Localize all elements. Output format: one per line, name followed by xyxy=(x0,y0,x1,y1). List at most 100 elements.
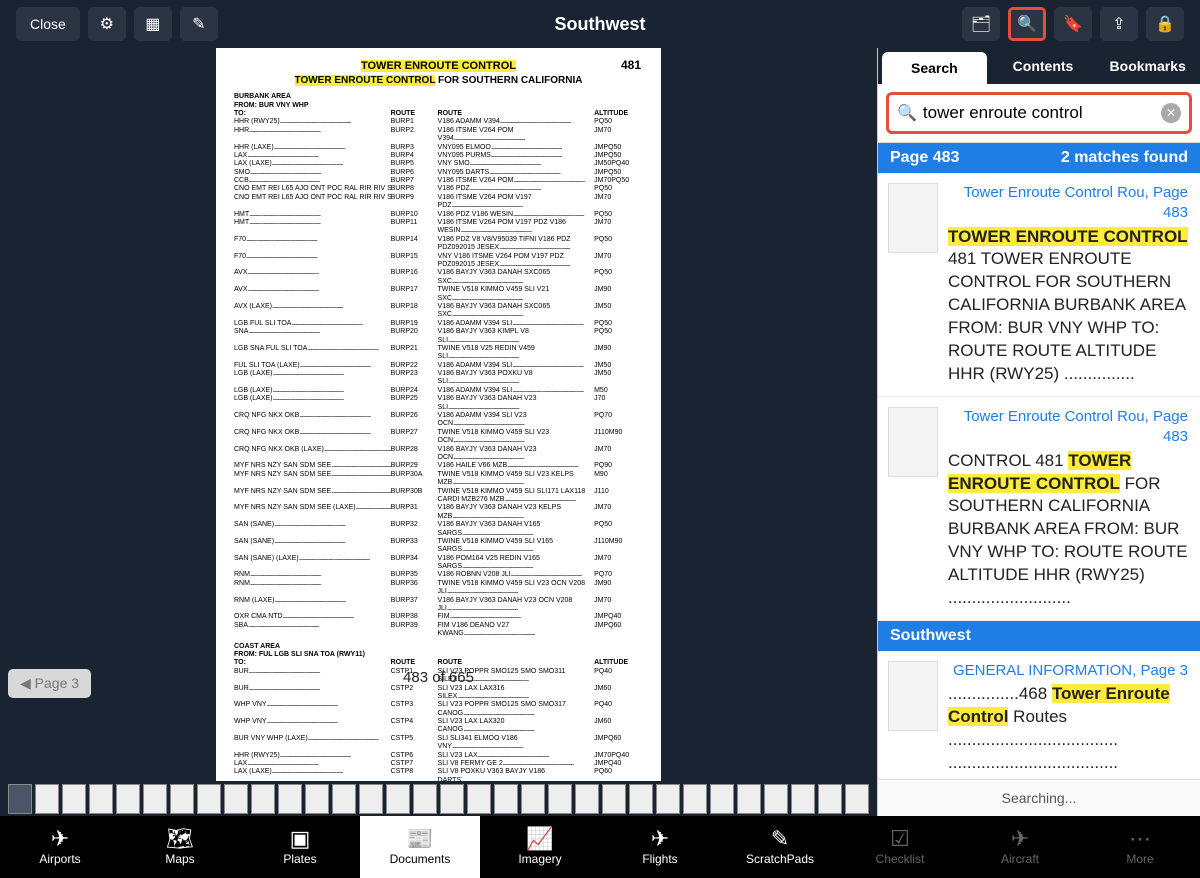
gear-icon: ⚙ xyxy=(100,14,114,34)
page-thumbnail[interactable] xyxy=(116,784,140,814)
clear-search-button[interactable]: ✕ xyxy=(1161,103,1181,123)
doc-row: CRQ NFG NKX OKBBURP27TWINE V518 KIMMO V4… xyxy=(234,429,643,446)
tab-search[interactable]: Search xyxy=(882,52,987,84)
page-thumbnail[interactable] xyxy=(710,784,734,814)
page-thumbnail[interactable] xyxy=(656,784,680,814)
page-thumbnail[interactable] xyxy=(224,784,248,814)
page-thumbnail[interactable] xyxy=(629,784,653,814)
doc-row: SBABURP39FIM V186 DEANO V27 KWANGJMPQ60 xyxy=(234,622,643,639)
page-thumbnail[interactable] xyxy=(845,784,869,814)
lock-icon: 🔒 xyxy=(1155,14,1175,34)
nav-checklist[interactable]: ☑Checklist xyxy=(840,816,960,878)
page-thumbnail[interactable] xyxy=(791,784,815,814)
tab-contents[interactable]: Contents xyxy=(991,48,1096,84)
page-thumbnail[interactable] xyxy=(602,784,626,814)
search-icon: 🔍 xyxy=(897,103,917,123)
doc-title-highlight: TOWER ENROUTE CONTROL xyxy=(361,60,516,72)
doc-row: WHP VNYCSTP3SLI V23 POPPR SMO125 SMO SMO… xyxy=(234,701,643,718)
document-title: Southwest xyxy=(554,14,645,35)
doc-row: LGB SNA FUL SLI TOABURP21TWINE V518 V25 … xyxy=(234,345,643,362)
doc-row: RNMBURP36TWINE V518 KIMMO V459 SLI V23 O… xyxy=(234,580,643,597)
lock-button[interactable]: 🔒 xyxy=(1146,7,1184,41)
page-thumbnail[interactable] xyxy=(143,784,167,814)
page-thumbnail[interactable] xyxy=(278,784,302,814)
page-thumbnail[interactable] xyxy=(521,784,545,814)
folder-button[interactable]: 🗂 xyxy=(962,7,1000,41)
nav-flights[interactable]: ✈Flights xyxy=(600,816,720,878)
close-button[interactable]: Close xyxy=(16,7,80,41)
page-thumbnail[interactable] xyxy=(440,784,464,814)
tab-bookmarks[interactable]: Bookmarks xyxy=(1095,48,1200,84)
page-thumbnail[interactable] xyxy=(89,784,113,814)
result-link[interactable]: Tower Enroute Control Rou, Page 483 xyxy=(948,407,1188,448)
searching-indicator: Searching... xyxy=(878,779,1200,816)
nav-aircraft[interactable]: ✈Aircraft xyxy=(960,816,1080,878)
page-thumbnail[interactable] xyxy=(197,784,221,814)
share-button[interactable]: ⇪ xyxy=(1100,7,1138,41)
doc-row: LAX (LAXE)CSTP8SLI V8 POXKU V363 BAYJY V… xyxy=(234,768,643,781)
page-thumbnail[interactable] xyxy=(494,784,518,814)
bookmark-icon: 🔖 xyxy=(1063,14,1083,34)
search-panel: Search Contents Bookmarks 🔍 ✕ Page 483 2… xyxy=(877,48,1200,816)
search-result-item[interactable]: Tower Enroute Control Rou, Page 483 CONT… xyxy=(878,397,1200,621)
nav-airports[interactable]: ✈Airports xyxy=(0,816,120,878)
page-thumbnail[interactable] xyxy=(818,784,842,814)
page-thumbnail[interactable] xyxy=(575,784,599,814)
doc-row: LGB (LAXE)BURP23V186 BAYJY V363 POXKU V8… xyxy=(234,370,643,387)
search-result-item[interactable]: GENERAL INFORMATION, Page 3 ............… xyxy=(878,651,1200,779)
page-thumbnail[interactable] xyxy=(170,784,194,814)
top-toolbar: Close ⚙ ▦ ✎ Southwest 🗂 🔍 🔖 ⇪ 🔒 xyxy=(0,0,1200,48)
doc-row: MYF NRS NZY SAN SDM SEEBURP30ATWINE V518… xyxy=(234,471,643,488)
page-thumbnail[interactable] xyxy=(467,784,491,814)
page-thumbnail[interactable] xyxy=(737,784,761,814)
doc-row: CNO EMT REI L65 AJO ONT POC RAL RIR RIV … xyxy=(234,194,643,211)
doc-row: HMTBURP11V186 ITSME V264 POM V197 PDZ V1… xyxy=(234,219,643,236)
page-thumbnail[interactable] xyxy=(359,784,383,814)
page-thumbnail[interactable] xyxy=(305,784,329,814)
doc-row: LAXBURP4VNY095 PURMSJMPQ50 xyxy=(234,152,643,160)
page-thumbnail[interactable] xyxy=(8,784,32,814)
page-thumbnail[interactable] xyxy=(35,784,59,814)
search-results[interactable]: Page 483 2 matches found Tower Enroute C… xyxy=(878,143,1200,779)
search-field-wrap: 🔍 ✕ xyxy=(886,92,1192,134)
nav-more[interactable]: ⋯More xyxy=(1080,816,1200,878)
page-thumbnail[interactable] xyxy=(764,784,788,814)
doc-row: OXR CMA NTDBURP38FIMJMPQ40 xyxy=(234,613,643,621)
doc-row: HHRBURP2V186 ITSME V264 POM V394JM70 xyxy=(234,127,643,144)
doc-row: CRQ NFG NKX OKBBURP26V186 ADAMM V394 SLI… xyxy=(234,412,643,429)
nav-scratchpads[interactable]: ✎ScratchPads xyxy=(720,816,840,878)
plates-icon: ▣ xyxy=(290,828,311,850)
share-icon: ⇪ xyxy=(1112,14,1125,34)
page-thumbnail[interactable] xyxy=(386,784,410,814)
doc-row: SAN (SANE) (LAXE)BURP34V186 POM164 V25 R… xyxy=(234,555,643,572)
grid-button[interactable]: ▦ xyxy=(134,7,172,41)
doc-row: SMOBURP6VNY095 DARTSJMPQ50 xyxy=(234,169,643,177)
bookmark-button[interactable]: 🔖 xyxy=(1054,7,1092,41)
folder-icon: 🗂 xyxy=(971,14,991,34)
page-thumbnail[interactable] xyxy=(683,784,707,814)
document-page[interactable]: 481 TOWER ENROUTE CONTROL TOWER ENROUTE … xyxy=(216,48,661,781)
page-thumbnail[interactable] xyxy=(251,784,275,814)
flights-icon: ✈ xyxy=(651,828,669,850)
search-button[interactable]: 🔍 xyxy=(1008,7,1046,41)
imagery-icon: 📈 xyxy=(526,828,553,850)
page-thumbnail[interactable] xyxy=(332,784,356,814)
page-thumbnail[interactable] xyxy=(62,784,86,814)
settings-button[interactable]: ⚙ xyxy=(88,7,126,41)
nav-imagery[interactable]: 📈Imagery xyxy=(480,816,600,878)
page-thumbnail[interactable] xyxy=(413,784,437,814)
edit-button[interactable]: ✎ xyxy=(180,7,218,41)
doc-row: HMTBURP10V186 PDZ V186 WESINPQ50 xyxy=(234,211,643,219)
search-input[interactable] xyxy=(917,103,1161,123)
nav-maps[interactable]: 🗺Maps xyxy=(120,816,240,878)
nav-plates[interactable]: ▣Plates xyxy=(240,816,360,878)
close-icon: ✕ xyxy=(1166,106,1176,120)
page-thumbnail[interactable] xyxy=(548,784,572,814)
thumbnail-strip[interactable] xyxy=(0,781,877,816)
checklist-icon: ☑ xyxy=(890,828,910,850)
search-result-item[interactable]: Tower Enroute Control Rou, Page 483 TOWE… xyxy=(878,173,1200,397)
nav-documents[interactable]: 📰Documents xyxy=(360,816,480,878)
doc-row: SAN (SANE)BURP32V186 BAYJY V363 DANAH V1… xyxy=(234,521,643,538)
result-link[interactable]: Tower Enroute Control Rou, Page 483 xyxy=(948,183,1188,224)
result-link[interactable]: GENERAL INFORMATION, Page 3 xyxy=(948,661,1188,681)
